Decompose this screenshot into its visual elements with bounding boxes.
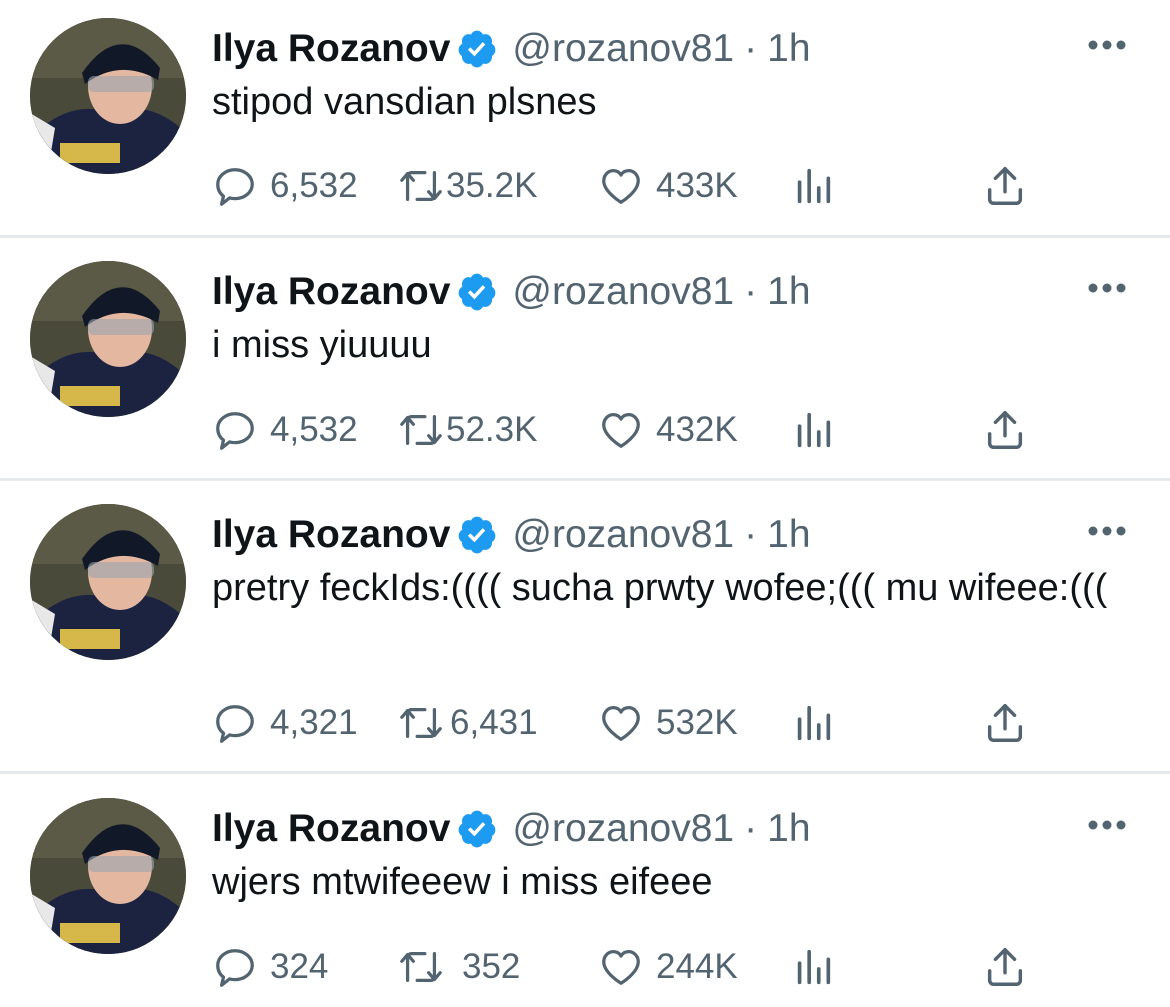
reply-button[interactable]: 4,321 — [212, 698, 358, 748]
views-chart-icon — [797, 949, 831, 985]
like-icon — [602, 169, 640, 204]
retweet-button[interactable]: 52.3K — [398, 405, 537, 455]
tweet-text: pretry feckIds:(((( sucha prwty wofee;((… — [212, 567, 1108, 609]
author-handle[interactable]: @rozanov81 — [512, 270, 734, 314]
divider — [0, 235, 1170, 238]
more-options-icon[interactable] — [1084, 30, 1130, 60]
share-icon — [987, 948, 1023, 986]
reply-icon — [216, 949, 254, 987]
avatar[interactable] — [30, 18, 186, 174]
retweet-icon — [400, 707, 442, 739]
divider — [0, 478, 1170, 481]
verified-badge-icon — [456, 271, 498, 313]
tweet-feed: Ilya Rozanov @rozanov81 · 1h stipod vans… — [0, 0, 1170, 1007]
author-name[interactable]: Ilya Rozanov — [212, 513, 450, 557]
views-chart-icon — [797, 705, 831, 741]
author-handle[interactable]: @rozanov81 — [512, 807, 734, 851]
retweet-count: 35.2K — [446, 166, 538, 205]
tweet[interactable]: Ilya Rozanov @rozanov81 · 1h i miss yiuu… — [0, 243, 1170, 479]
author-name[interactable]: Ilya Rozanov — [212, 27, 450, 71]
tweet-actions: 4,532 52.3K 432K — [212, 405, 1052, 455]
reply-count: 6,532 — [270, 166, 358, 205]
author-name[interactable]: Ilya Rozanov — [212, 807, 450, 851]
tweet[interactable]: Ilya Rozanov @rozanov81 · 1h wjers mtwif… — [0, 780, 1170, 1007]
retweet-button[interactable]: 35.2K — [398, 161, 537, 211]
avatar[interactable] — [30, 798, 186, 954]
divider — [0, 771, 1170, 774]
avatar[interactable] — [30, 261, 186, 417]
like-count: 244K — [656, 947, 738, 986]
like-icon — [602, 706, 640, 741]
reply-icon — [216, 412, 254, 450]
reply-count: 324 — [270, 947, 329, 986]
like-count: 432K — [656, 410, 738, 449]
like-button[interactable]: 244K — [598, 942, 738, 992]
like-button[interactable]: 532K — [598, 698, 738, 748]
views-button[interactable] — [790, 161, 836, 211]
retweet-icon — [400, 414, 442, 446]
views-button[interactable] — [790, 698, 836, 748]
tweet-actions: 6,532 35.2K 433K — [212, 161, 1052, 211]
separator-dot: · — [744, 27, 758, 70]
retweet-count: 6,431 — [450, 703, 538, 742]
share-icon — [987, 411, 1023, 449]
timestamp[interactable]: 1h — [767, 270, 810, 314]
views-chart-icon — [797, 412, 831, 448]
retweet-button[interactable]: 6,431 — [398, 698, 538, 748]
verified-badge-icon — [456, 28, 498, 70]
verified-badge-icon — [456, 514, 498, 556]
reply-icon — [216, 168, 254, 206]
timestamp[interactable]: 1h — [767, 513, 810, 557]
retweet-count: 352 — [462, 947, 521, 986]
retweet-icon — [400, 951, 442, 983]
tweet-text: wjers mtwifeeew i miss eifeee — [212, 861, 713, 903]
share-button[interactable] — [982, 405, 1028, 455]
author-name[interactable]: Ilya Rozanov — [212, 270, 450, 314]
share-button[interactable] — [982, 698, 1028, 748]
like-button[interactable]: 433K — [598, 161, 738, 211]
share-button[interactable] — [982, 161, 1028, 211]
reply-button[interactable]: 324 — [212, 942, 328, 992]
verified-badge-icon — [456, 808, 498, 850]
like-count: 433K — [656, 166, 738, 205]
views-chart-icon — [797, 168, 831, 204]
like-icon — [602, 950, 640, 985]
author-handle[interactable]: @rozanov81 — [512, 513, 734, 557]
reply-count: 4,321 — [270, 703, 358, 742]
separator-dot: · — [744, 270, 758, 313]
reply-count: 4,532 — [270, 410, 358, 449]
share-button[interactable] — [982, 942, 1028, 992]
views-button[interactable] — [790, 942, 836, 992]
reply-button[interactable]: 6,532 — [212, 161, 358, 211]
views-button[interactable] — [790, 405, 836, 455]
share-icon — [987, 167, 1023, 205]
author-handle[interactable]: @rozanov81 — [512, 27, 734, 71]
retweet-count: 52.3K — [446, 410, 538, 449]
tweet-actions: 324 352 244K — [212, 942, 1052, 992]
reply-icon — [216, 705, 254, 743]
like-icon — [602, 413, 640, 448]
like-count: 532K — [656, 703, 738, 742]
tweet-actions: 4,321 6,431 532K — [212, 698, 1052, 748]
retweet-icon — [400, 170, 442, 202]
tweet[interactable]: Ilya Rozanov @rozanov81 · 1h stipod vans… — [0, 0, 1170, 236]
separator-dot: · — [744, 807, 758, 850]
timestamp[interactable]: 1h — [767, 27, 810, 71]
more-options-icon[interactable] — [1084, 273, 1130, 303]
more-options-icon[interactable] — [1084, 516, 1130, 546]
separator-dot: · — [744, 513, 758, 556]
retweet-button[interactable]: 352 — [398, 942, 520, 992]
like-button[interactable]: 432K — [598, 405, 738, 455]
tweet[interactable]: Ilya Rozanov @rozanov81 · 1h pretry feck… — [0, 486, 1170, 772]
more-options-icon[interactable] — [1084, 810, 1130, 840]
tweet-text: i miss yiuuuu — [212, 324, 432, 366]
timestamp[interactable]: 1h — [767, 807, 810, 851]
reply-button[interactable]: 4,532 — [212, 405, 358, 455]
tweet-text: stipod vansdian plsnes — [212, 81, 597, 123]
avatar[interactable] — [30, 504, 186, 660]
share-icon — [987, 704, 1023, 742]
